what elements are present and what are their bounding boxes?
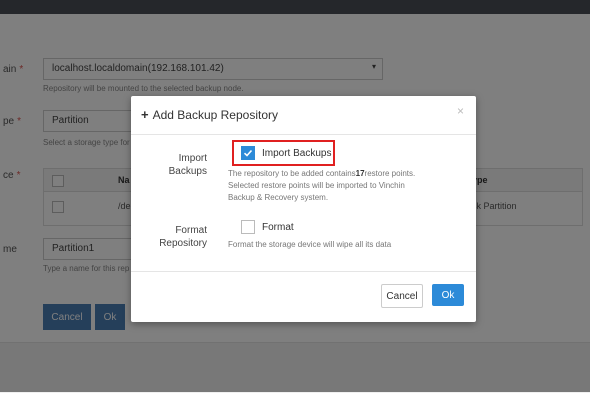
checkmark-icon	[243, 149, 253, 157]
cancel-button[interactable]: Cancel	[381, 284, 423, 308]
import-description: The repository to be added contains17res…	[228, 169, 416, 202]
close-icon[interactable]: ×	[457, 104, 464, 118]
format-checkbox[interactable]	[241, 220, 255, 234]
format-repository-label: Format Repository	[159, 225, 207, 249]
dialog-title: + Add Backup Repository	[141, 107, 278, 122]
dialog-header: + Add Backup Repository ×	[131, 96, 476, 135]
import-backups-checkbox-label[interactable]: Import Backups	[262, 148, 331, 159]
ok-button[interactable]: Ok	[432, 284, 464, 306]
import-backups-label: Import Backups	[168, 153, 207, 177]
plus-icon: +	[141, 107, 149, 122]
format-checkbox-label[interactable]: Format	[262, 222, 294, 233]
import-backups-checkbox[interactable]	[241, 146, 255, 160]
add-backup-repository-dialog: + Add Backup Repository × Import Backups …	[131, 96, 476, 322]
dialog-footer: Cancel Ok	[131, 271, 476, 322]
format-description: Format the storage device will wipe all …	[228, 240, 392, 249]
